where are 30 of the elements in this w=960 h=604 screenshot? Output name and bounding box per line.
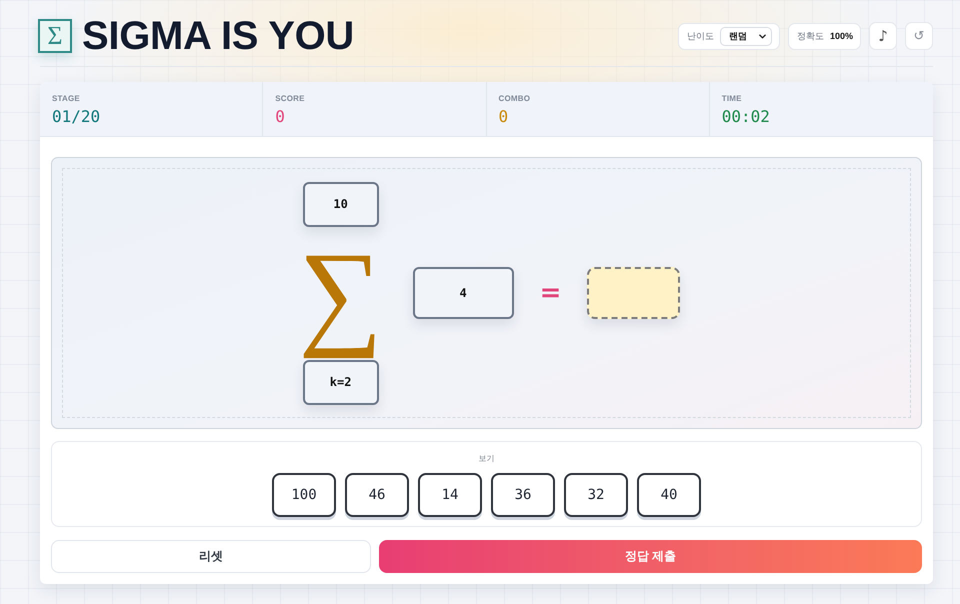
upper-limit-tile: 10 [302, 182, 379, 226]
sound-button[interactable]: ♪ [869, 22, 897, 50]
stat-value: 0 [275, 107, 286, 127]
stat-label: COMBO [498, 94, 532, 104]
difficulty-select[interactable]: 랜덤 [720, 26, 772, 46]
equals-sign: = [540, 280, 562, 306]
options-label: 보기 [478, 454, 494, 464]
answer-slot[interactable] [587, 267, 680, 319]
difficulty-label: 난이도 [686, 30, 714, 42]
reset-button[interactable]: 리셋 [51, 540, 371, 573]
stat-label: STAGE [52, 94, 81, 104]
option-tile[interactable]: 100 [272, 473, 336, 517]
stat-label: SCORE [275, 94, 306, 104]
game-title: SIGMA IS YOU [82, 17, 354, 55]
lower-limit-tile: k=2 [302, 360, 379, 404]
term-tile: 4 [412, 267, 514, 319]
stat-value: 0 [498, 107, 510, 127]
accuracy-value: 100% [830, 31, 853, 41]
chevron-down-icon [758, 34, 766, 38]
option-tile[interactable]: 14 [418, 473, 482, 517]
option-tile[interactable]: 36 [491, 473, 555, 517]
summation-sign: ∑ [298, 226, 383, 360]
stat-value: 01/20 [52, 107, 102, 127]
sigma-logo: Σ [38, 19, 72, 53]
stat-label: TIME [722, 94, 743, 104]
accuracy-label: 정확도 [796, 30, 824, 42]
stat-value: 00:02 [722, 107, 771, 127]
option-tile[interactable]: 32 [564, 473, 628, 517]
option-tile[interactable]: 46 [345, 473, 409, 517]
option-tile[interactable]: 40 [637, 473, 701, 517]
